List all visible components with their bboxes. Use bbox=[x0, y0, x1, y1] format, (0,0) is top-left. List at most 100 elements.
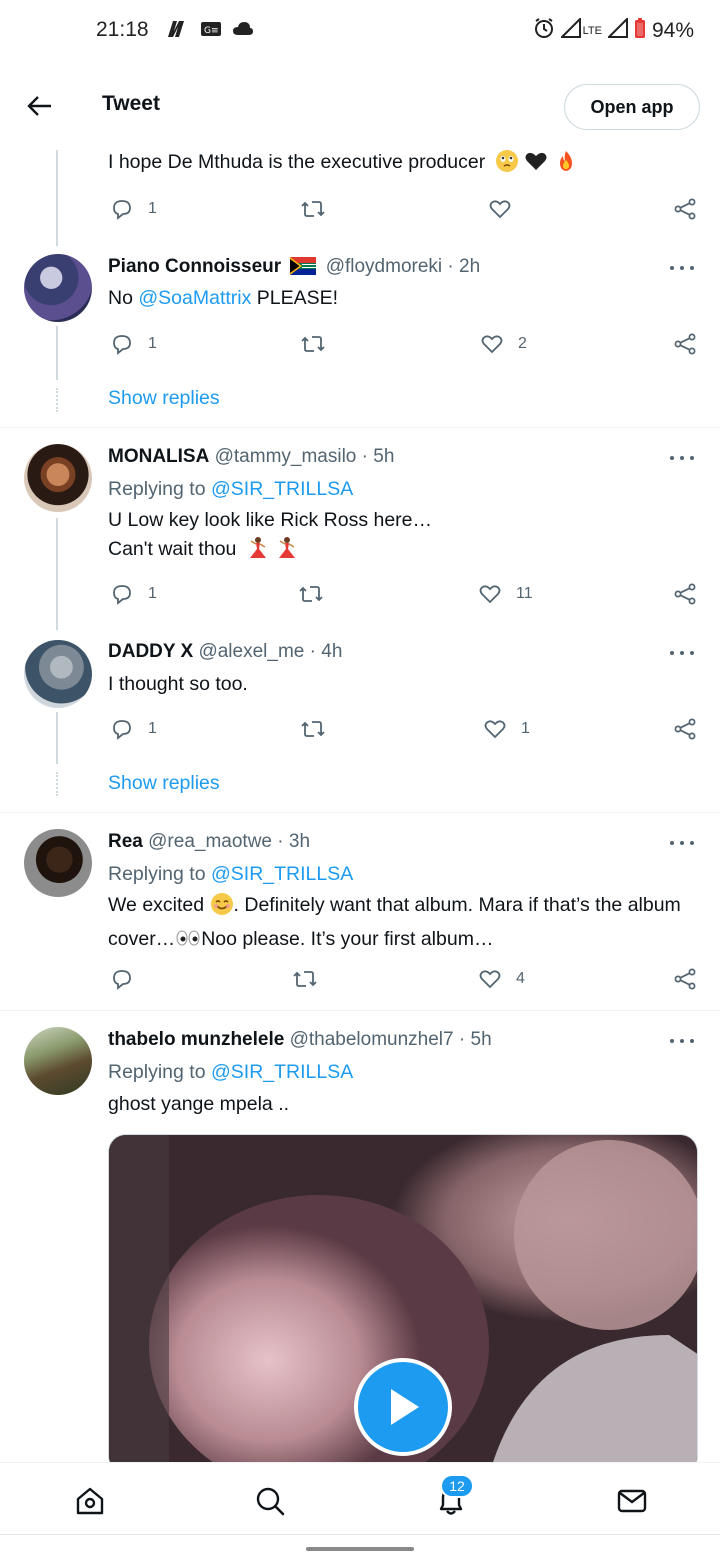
heart-icon bbox=[489, 200, 511, 219]
play-button[interactable] bbox=[354, 1358, 452, 1456]
tweet-time[interactable]: 3h bbox=[289, 831, 310, 852]
avatar[interactable] bbox=[24, 444, 92, 512]
display-name[interactable]: Piano Connoisseur bbox=[108, 256, 281, 277]
retweet-button[interactable] bbox=[300, 332, 326, 356]
mention-link[interactable]: @SoaMattrix bbox=[138, 287, 251, 309]
heart-icon bbox=[481, 335, 503, 354]
more-options-icon[interactable] bbox=[670, 1031, 694, 1051]
messages-tab[interactable] bbox=[612, 1481, 652, 1521]
reply-icon bbox=[113, 335, 131, 355]
reply-count: 1 bbox=[148, 585, 157, 602]
tweet-text: I thought so too. bbox=[108, 673, 248, 695]
more-options-icon[interactable] bbox=[670, 833, 694, 853]
share-icon bbox=[674, 583, 696, 605]
display-name[interactable]: Rea bbox=[108, 831, 143, 852]
home-tab[interactable] bbox=[70, 1481, 110, 1521]
more-options-icon[interactable] bbox=[670, 643, 694, 663]
tweet-header: Rea @rea_maotwe · 3h bbox=[108, 831, 310, 853]
display-name[interactable]: MONALISA bbox=[108, 446, 209, 467]
dancer-emoji bbox=[246, 536, 270, 569]
share-button[interactable] bbox=[673, 332, 697, 356]
like-button[interactable]: 4 bbox=[478, 967, 525, 991]
heart-icon bbox=[479, 970, 501, 989]
tweet-text-content: I hope De Mthuda is the executive produc… bbox=[108, 151, 486, 173]
tweet-time[interactable]: 2h bbox=[459, 256, 480, 277]
reply-icon bbox=[113, 720, 131, 740]
tweet-time[interactable]: 4h bbox=[321, 641, 342, 662]
user-handle[interactable]: @floydmoreki bbox=[326, 256, 442, 277]
retweet-icon bbox=[301, 336, 325, 352]
retweet-icon bbox=[299, 586, 323, 602]
tweet-time[interactable]: 5h bbox=[471, 1029, 492, 1050]
like-button[interactable] bbox=[488, 197, 512, 221]
tweet-header: Piano Connoisseur @floydmoreki · 2h bbox=[108, 256, 480, 281]
replying-to-link[interactable]: @SIR_TRILLSA bbox=[211, 478, 353, 500]
search-tab[interactable] bbox=[250, 1481, 290, 1521]
show-replies-link[interactable]: Show replies bbox=[108, 387, 220, 410]
thread-dots bbox=[56, 772, 58, 796]
reply-count: 1 bbox=[148, 200, 157, 217]
user-handle[interactable]: @alexel_me bbox=[198, 641, 304, 662]
retweet-button[interactable] bbox=[292, 967, 318, 991]
like-button[interactable]: 1 bbox=[483, 717, 530, 741]
search-icon bbox=[256, 1487, 285, 1516]
tweet-time[interactable]: 5h bbox=[373, 446, 394, 467]
like-count: 11 bbox=[516, 585, 533, 602]
reply-icon bbox=[113, 200, 131, 220]
avatar[interactable] bbox=[24, 254, 92, 322]
show-replies-link[interactable]: Show replies bbox=[108, 772, 220, 795]
thread-line bbox=[56, 326, 58, 380]
tweet-text-content: Can't wait thou bbox=[108, 538, 237, 560]
replying-label: Replying to bbox=[108, 478, 211, 500]
user-handle[interactable]: @thabelomunzhel7 bbox=[290, 1029, 454, 1050]
page-title: Tweet bbox=[102, 92, 160, 115]
retweet-button[interactable] bbox=[298, 582, 324, 606]
user-handle[interactable]: @rea_maotwe bbox=[148, 831, 272, 852]
back-arrow-icon bbox=[27, 96, 51, 116]
gesture-home-bar[interactable] bbox=[306, 1547, 414, 1551]
avatar[interactable] bbox=[24, 1027, 92, 1095]
smiling-face-emoji bbox=[210, 892, 234, 925]
reply-button[interactable] bbox=[110, 967, 134, 991]
heart-icon bbox=[484, 720, 506, 739]
reply-button[interactable]: 1 bbox=[110, 197, 157, 221]
avatar[interactable] bbox=[24, 829, 92, 897]
thread-line bbox=[56, 150, 58, 246]
play-icon bbox=[391, 1389, 419, 1425]
more-options-icon[interactable] bbox=[670, 258, 694, 278]
tweet-text-line: U Low key look like Rick Ross here… bbox=[108, 509, 433, 531]
avatar[interactable] bbox=[24, 640, 92, 708]
black-heart-emoji bbox=[524, 149, 548, 182]
time-separator: · bbox=[304, 641, 322, 662]
like-count: 2 bbox=[518, 335, 527, 352]
bottom-nav bbox=[0, 1462, 720, 1534]
like-button[interactable]: 11 bbox=[478, 582, 533, 606]
open-app-button[interactable]: Open app bbox=[564, 84, 700, 130]
retweet-button[interactable] bbox=[300, 717, 326, 741]
replying-label: Replying to bbox=[108, 863, 211, 885]
share-icon bbox=[674, 718, 696, 740]
eyes-emoji bbox=[175, 928, 201, 957]
reply-button[interactable]: 1 bbox=[110, 582, 157, 606]
back-button[interactable] bbox=[22, 88, 58, 124]
share-button[interactable] bbox=[673, 197, 697, 221]
tweet-header: MONALISA @tammy_masilo · 5h bbox=[108, 446, 394, 468]
reply-button[interactable]: 1 bbox=[110, 717, 157, 741]
share-button[interactable] bbox=[673, 582, 697, 606]
share-button[interactable] bbox=[673, 717, 697, 741]
reply-icon bbox=[113, 585, 131, 605]
more-options-icon[interactable] bbox=[670, 448, 694, 468]
display-name[interactable]: DADDY X bbox=[108, 641, 193, 662]
replying-to-link[interactable]: @SIR_TRILLSA bbox=[211, 1061, 353, 1083]
display-name[interactable]: thabelo munzhelele bbox=[108, 1029, 284, 1050]
replying-to-link[interactable]: @SIR_TRILLSA bbox=[211, 863, 353, 885]
south-africa-flag-icon bbox=[290, 257, 317, 281]
like-button[interactable]: 2 bbox=[480, 332, 527, 356]
user-handle[interactable]: @tammy_masilo bbox=[215, 446, 357, 467]
share-button[interactable] bbox=[673, 967, 697, 991]
face-emoji bbox=[495, 149, 519, 182]
reply-button[interactable]: 1 bbox=[110, 332, 157, 356]
top-header: Tweet Open app bbox=[0, 70, 720, 142]
tweet-text: No @SoaMattrix PLEASE! bbox=[108, 284, 688, 313]
retweet-button[interactable] bbox=[300, 197, 326, 221]
